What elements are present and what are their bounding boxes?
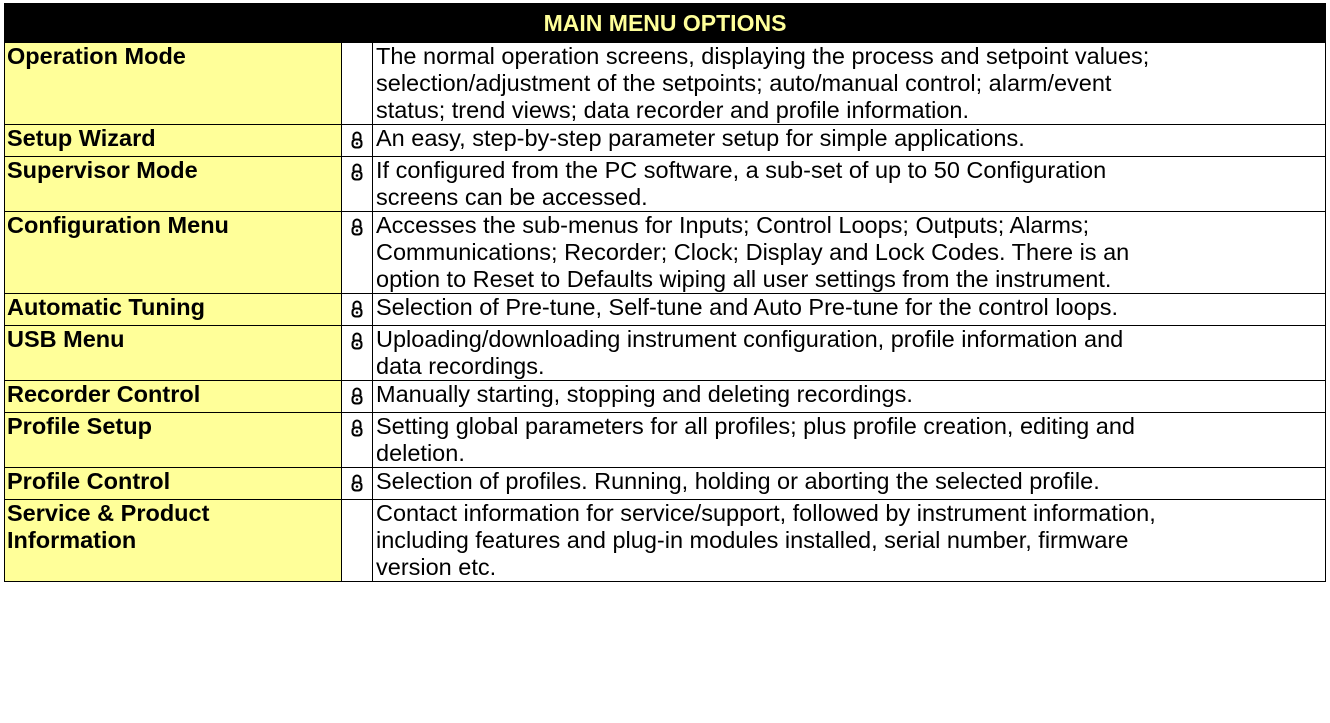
menu-option-description: An easy, step-by-step parameter setup fo… <box>371 124 1327 157</box>
description-line: Selection of Pre-tune, Self-tune and Aut… <box>376 294 1119 320</box>
table-row: Configuration Menu Accesses the sub-menus… <box>4 211 1327 294</box>
description-line: including features and plug-in modules i… <box>376 527 1129 553</box>
description-line: Setting global parameters for all profil… <box>376 413 1135 439</box>
menu-option-name: Profile Setup <box>4 412 342 468</box>
table-row: Profile Setup Setting global parameters f… <box>4 412 1327 468</box>
menu-option-name: Setup Wizard <box>4 124 342 157</box>
description-line: Accesses the sub-menus for Inputs; Contr… <box>376 212 1090 238</box>
description-line: Manually starting, stopping and deleting… <box>376 381 913 407</box>
table-header-row: MAIN MENU OPTIONS <box>3 3 1327 43</box>
padlock-icon <box>350 472 364 492</box>
menu-option-name: Profile Control <box>4 467 342 500</box>
menu-option-name: Supervisor Mode <box>4 156 342 212</box>
padlock-icon <box>350 330 364 350</box>
description-line: version etc. <box>376 554 497 580</box>
menu-option-description: Selection of Pre-tune, Self-tune and Aut… <box>371 293 1327 326</box>
table-row: Profile Control Selection of profiles. Ru… <box>4 467 1327 500</box>
menu-option-description: If configured from the PC software, a su… <box>371 156 1327 212</box>
description-line: Selection of profiles. Running, holding … <box>376 468 1100 494</box>
description-line: If configured from the PC software, a su… <box>376 157 1107 183</box>
description-line: Contact information for service/support,… <box>376 500 1156 526</box>
description-line: selection/adjustment of the setpoints; a… <box>376 70 1112 96</box>
main-menu-options-table: MAIN MENU OPTIONS Operation Mode The norm… <box>3 3 1327 582</box>
description-line: status; trend views; data recorder and p… <box>376 97 970 123</box>
padlock-icon <box>350 216 364 236</box>
menu-option-description: Contact information for service/support,… <box>371 499 1327 582</box>
padlock-icon <box>350 129 364 149</box>
table-row: Setup Wizard An easy, step-by-step parame… <box>4 124 1327 157</box>
table-body: Operation Mode The normal operation scree… <box>4 42 1327 582</box>
menu-option-description: Accesses the sub-menus for Inputs; Contr… <box>371 211 1327 294</box>
table-row: Supervisor Mode If configured from the PC… <box>4 156 1327 212</box>
padlock-icon <box>350 385 364 405</box>
lock-cell <box>341 325 373 381</box>
description-line: The normal operation screens, displaying… <box>376 43 1150 69</box>
description-line: Uploading/downloading instrument configu… <box>376 326 1124 352</box>
table-row: Automatic Tuning Selection of Pre-tune, S… <box>4 293 1327 326</box>
lock-cell <box>341 42 373 125</box>
menu-option-description: Setting global parameters for all profil… <box>371 412 1327 468</box>
menu-option-description: Selection of profiles. Running, holding … <box>371 467 1327 500</box>
padlock-icon <box>350 417 364 437</box>
description-line: deletion. <box>376 440 465 466</box>
lock-cell <box>341 380 373 413</box>
table-row: Recorder Control Manually starting, stopp… <box>4 380 1327 413</box>
menu-option-name: Operation Mode <box>4 42 342 125</box>
description-line: data recordings. <box>376 353 545 379</box>
table-row: USB Menu Uploading/downloading instrument… <box>4 325 1327 381</box>
menu-option-name-line: Service & Product <box>7 500 210 526</box>
lock-cell <box>341 499 373 582</box>
padlock-icon <box>350 161 364 181</box>
lock-cell <box>341 211 373 294</box>
menu-option-name: Automatic Tuning <box>4 293 342 326</box>
menu-option-name: Recorder Control <box>4 380 342 413</box>
menu-option-name: Service & Product Information <box>4 499 342 582</box>
table-row: Service & Product Information Contact info… <box>4 499 1327 582</box>
lock-cell <box>341 124 373 157</box>
menu-option-name: USB Menu <box>4 325 342 381</box>
description-line: Communications; Recorder; Clock; Display… <box>376 239 1130 265</box>
lock-cell <box>341 412 373 468</box>
menu-option-name-line: Information <box>7 527 137 553</box>
menu-option-name: Configuration Menu <box>4 211 342 294</box>
menu-option-description: Uploading/downloading instrument configu… <box>371 325 1327 381</box>
table-title: MAIN MENU OPTIONS <box>3 3 1327 43</box>
description-line: screens can be accessed. <box>376 184 648 210</box>
menu-option-description: Manually starting, stopping and deleting… <box>371 380 1327 413</box>
table-row: Operation Mode The normal operation scree… <box>4 42 1327 125</box>
description-line: An easy, step-by-step parameter setup fo… <box>376 125 1025 151</box>
lock-cell <box>341 156 373 212</box>
lock-cell <box>341 293 373 326</box>
menu-option-description: The normal operation screens, displaying… <box>371 42 1327 125</box>
description-line: option to Reset to Defaults wiping all u… <box>376 266 1112 292</box>
lock-cell <box>341 467 373 500</box>
padlock-icon <box>350 298 364 318</box>
